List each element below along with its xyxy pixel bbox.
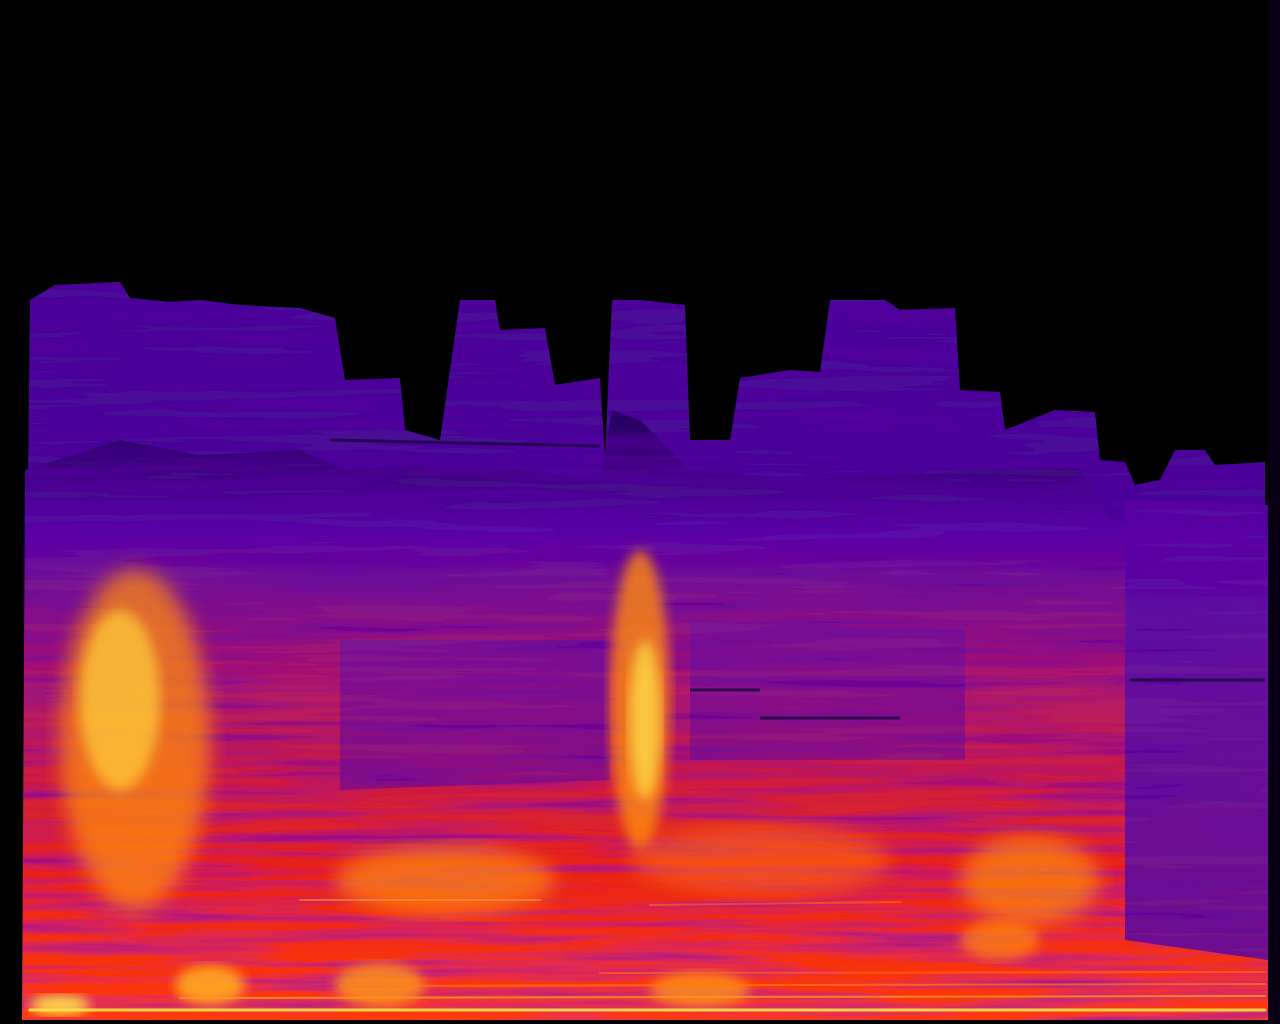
spectrogram-view (0, 0, 1280, 1024)
spectrogram-image (22, 0, 1280, 1024)
right-edge (1268, 0, 1280, 1024)
